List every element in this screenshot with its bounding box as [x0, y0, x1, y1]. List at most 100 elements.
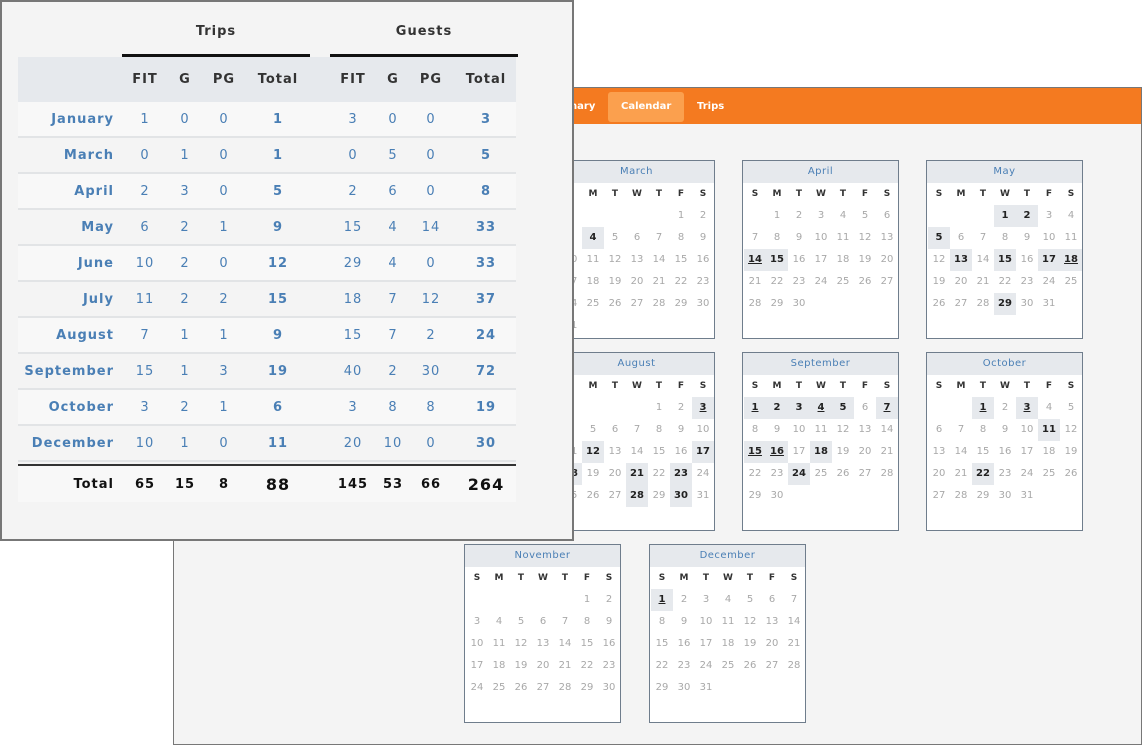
day-cell[interactable]: 29 [994, 293, 1016, 315]
guests-cell[interactable]: 0 [333, 138, 373, 172]
day-cell[interactable]: 6 [532, 611, 554, 633]
day-cell[interactable]: 26 [604, 293, 626, 315]
day-cell[interactable]: 8 [972, 419, 994, 441]
day-cell[interactable]: 2 [766, 397, 788, 419]
day-cell[interactable]: 28 [876, 463, 898, 485]
day-cell[interactable]: 28 [626, 485, 648, 507]
day-cell[interactable]: 26 [582, 485, 604, 507]
day-cell[interactable]: 12 [854, 227, 876, 249]
day-cell[interactable]: 27 [854, 463, 876, 485]
day-cell[interactable]: 21 [626, 463, 648, 485]
day-cell[interactable]: 3 [466, 611, 488, 633]
trips-cell[interactable]: 11 [258, 426, 298, 460]
trips-cell[interactable]: 3 [204, 354, 244, 388]
day-cell[interactable]: 11 [810, 419, 832, 441]
day-cell[interactable]: 22 [766, 271, 788, 293]
guests-cell[interactable]: 0 [411, 246, 451, 280]
day-cell[interactable]: 23 [673, 655, 695, 677]
day-cell[interactable]: 25 [717, 655, 739, 677]
trips-cell[interactable]: 2 [165, 282, 205, 316]
guests-cell[interactable]: 3 [466, 102, 506, 136]
day-cell[interactable]: 28 [950, 485, 972, 507]
day-cell[interactable]: 16 [766, 441, 788, 463]
day-cell[interactable]: 19 [854, 249, 876, 271]
day-cell[interactable]: 13 [876, 227, 898, 249]
day-cell[interactable]: 3 [1016, 397, 1038, 419]
day-cell[interactable]: 12 [928, 249, 950, 271]
day-cell[interactable]: 2 [670, 397, 692, 419]
day-cell[interactable]: 15 [744, 441, 766, 463]
row-label[interactable]: March [18, 138, 114, 172]
day-cell[interactable]: 8 [648, 419, 670, 441]
day-cell[interactable]: 14 [950, 441, 972, 463]
day-cell[interactable]: 1 [744, 397, 766, 419]
day-cell[interactable]: 5 [604, 227, 626, 249]
day-cell[interactable]: 17 [788, 441, 810, 463]
day-cell[interactable]: 2 [1016, 205, 1038, 227]
day-cell[interactable]: 25 [832, 271, 854, 293]
guests-cell[interactable]: 33 [466, 246, 506, 280]
day-cell[interactable]: 21 [783, 633, 805, 655]
day-cell[interactable]: 8 [744, 419, 766, 441]
day-cell[interactable]: 29 [576, 677, 598, 699]
day-cell[interactable]: 10 [1038, 227, 1060, 249]
day-cell[interactable]: 27 [761, 655, 783, 677]
day-cell[interactable]: 9 [670, 419, 692, 441]
day-cell[interactable]: 6 [928, 419, 950, 441]
trips-cell[interactable]: 1 [165, 426, 205, 460]
day-cell[interactable]: 16 [1016, 249, 1038, 271]
day-cell[interactable]: 12 [832, 419, 854, 441]
day-cell[interactable]: 26 [510, 677, 532, 699]
day-cell[interactable]: 1 [576, 589, 598, 611]
day-cell[interactable]: 10 [1016, 419, 1038, 441]
day-cell[interactable]: 24 [695, 655, 717, 677]
day-cell[interactable]: 8 [576, 611, 598, 633]
day-cell[interactable]: 26 [854, 271, 876, 293]
day-cell[interactable]: 29 [670, 293, 692, 315]
guests-cell[interactable]: 18 [333, 282, 373, 316]
day-cell[interactable]: 24 [1038, 271, 1060, 293]
day-cell[interactable]: 11 [582, 249, 604, 271]
day-cell[interactable]: 10 [692, 419, 714, 441]
day-cell[interactable]: 18 [717, 633, 739, 655]
day-cell[interactable]: 6 [604, 419, 626, 441]
day-cell[interactable]: 30 [598, 677, 620, 699]
day-cell[interactable]: 30 [994, 485, 1016, 507]
day-cell[interactable]: 13 [950, 249, 972, 271]
day-cell[interactable]: 4 [1038, 397, 1060, 419]
guests-cell[interactable]: 29 [333, 246, 373, 280]
trips-cell[interactable]: 0 [204, 102, 244, 136]
trips-cell[interactable]: 9 [258, 318, 298, 352]
day-cell[interactable]: 13 [854, 419, 876, 441]
trips-cell[interactable]: 2 [165, 210, 205, 244]
day-cell[interactable]: 4 [832, 205, 854, 227]
day-cell[interactable]: 2 [673, 589, 695, 611]
day-cell[interactable]: 5 [1060, 397, 1082, 419]
day-cell[interactable]: 7 [783, 589, 805, 611]
guests-cell[interactable]: 5 [466, 138, 506, 172]
trips-cell[interactable]: 0 [204, 174, 244, 208]
day-cell[interactable]: 6 [761, 589, 783, 611]
trips-cell[interactable]: 12 [258, 246, 298, 280]
day-cell[interactable]: 20 [854, 441, 876, 463]
guests-cell[interactable]: 10 [373, 426, 413, 460]
day-cell[interactable]: 5 [928, 227, 950, 249]
day-cell[interactable]: 20 [761, 633, 783, 655]
day-cell[interactable]: 18 [810, 441, 832, 463]
day-cell[interactable]: 16 [670, 441, 692, 463]
day-cell[interactable]: 10 [695, 611, 717, 633]
trips-cell[interactable]: 2 [125, 174, 165, 208]
day-cell[interactable]: 29 [766, 293, 788, 315]
day-cell[interactable]: 11 [1038, 419, 1060, 441]
day-cell[interactable]: 31 [692, 485, 714, 507]
day-cell[interactable]: 20 [876, 249, 898, 271]
day-cell[interactable]: 4 [717, 589, 739, 611]
day-cell[interactable]: 26 [1060, 463, 1082, 485]
guests-cell[interactable]: 0 [411, 426, 451, 460]
day-cell[interactable]: 25 [1038, 463, 1060, 485]
day-cell[interactable]: 17 [466, 655, 488, 677]
trips-cell[interactable]: 3 [165, 174, 205, 208]
day-cell[interactable]: 4 [810, 397, 832, 419]
day-cell[interactable]: 16 [994, 441, 1016, 463]
guests-cell[interactable]: 0 [411, 138, 451, 172]
